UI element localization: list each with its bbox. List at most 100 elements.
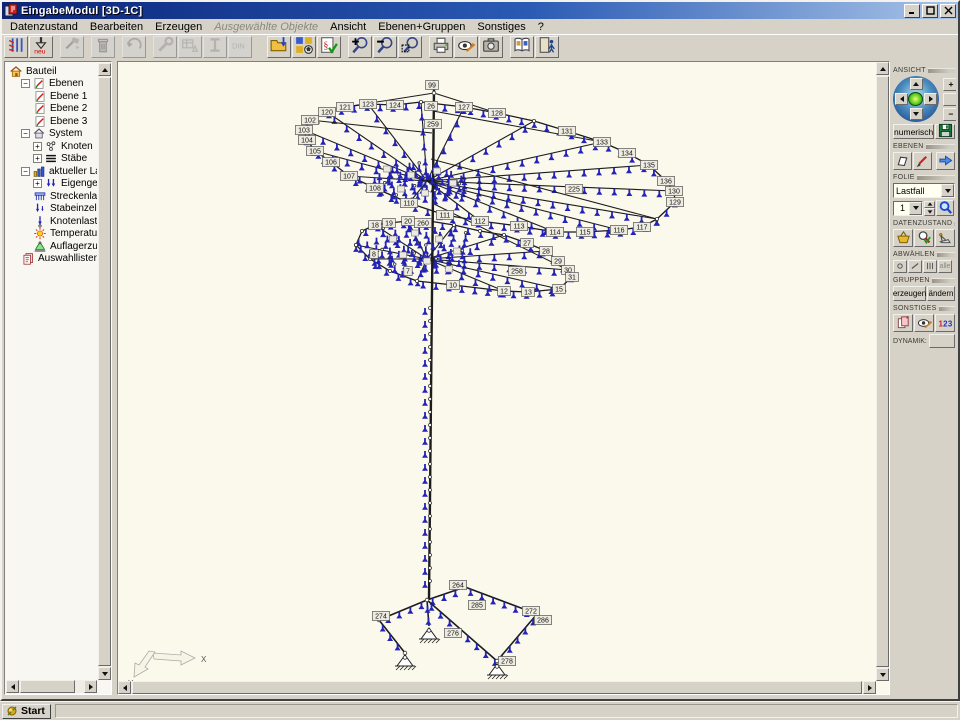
folie-search-button[interactable]	[936, 200, 954, 216]
toolbar-levels-groups-button[interactable]	[292, 36, 316, 58]
close-button[interactable]	[940, 4, 956, 18]
toolbar-print-button[interactable]	[429, 36, 453, 58]
canvas-vertical-scrollbar[interactable]	[876, 62, 889, 681]
toolbar-zoom-window-button[interactable]	[398, 36, 422, 58]
datenzustand-check-button[interactable]	[914, 229, 934, 247]
abwaehlen-lasten-button[interactable]	[923, 260, 937, 273]
titlebar[interactable]: EingabeModul [3D-1C]	[2, 2, 958, 19]
tree-item-auswahllisten[interactable]: Auswahllisten	[6, 253, 97, 266]
tree-item-bauteil[interactable]: Bauteil	[6, 65, 97, 78]
toolbar-handbook-button[interactable]	[510, 36, 534, 58]
spin-down-button[interactable]	[924, 208, 935, 216]
taskbar-band[interactable]	[55, 704, 958, 718]
view-rotate-control[interactable]	[893, 76, 939, 122]
toolbar-redraw-button[interactable]	[454, 36, 478, 58]
save-view-button[interactable]	[935, 124, 955, 139]
tree-item-eigengewicht[interactable]: +Eigengewicht	[6, 178, 97, 191]
svg-text:15: 15	[555, 287, 563, 294]
svg-text:3: 3	[947, 319, 952, 328]
expand-icon[interactable]: +	[33, 142, 42, 151]
menu-item-bearbeiten[interactable]: Bearbeiten	[84, 20, 149, 34]
tree-item-auflagerzustand[interactable]: Auflagerzustand	[6, 240, 97, 253]
model-canvas[interactable]: 9926259120121123124127128102103104105106…	[117, 61, 890, 695]
app-icon	[4, 4, 18, 17]
menu-item-sonstiges[interactable]: Sonstiges	[471, 20, 531, 34]
profile-icon	[206, 36, 224, 57]
gruppen-erzeugen-button[interactable]: erzeugen	[893, 286, 926, 301]
toolbar-folder-levels-button[interactable]	[267, 36, 291, 58]
svg-text:29: 29	[554, 259, 562, 266]
collapse-icon[interactable]: −	[21, 129, 30, 138]
toolbar-zoom-out-button[interactable]	[373, 36, 397, 58]
tree-item-temperatur[interactable]: Temperatur	[6, 228, 97, 241]
view-center-button[interactable]	[908, 92, 923, 106]
sonstiges-redraw-button[interactable]	[914, 314, 934, 332]
tree-horizontal-scrollbar[interactable]	[6, 680, 97, 693]
rotate-up-button[interactable]	[910, 78, 923, 90]
folie-number-drop-button[interactable]	[909, 202, 922, 215]
tree-item-ebene-2[interactable]: Ebene 2	[6, 103, 97, 116]
toolbar-exit-button[interactable]	[535, 36, 559, 58]
tree-item-aktueller-lastfall[interactable]: −aktueller Lastfall	[6, 165, 97, 178]
tree-item-ebenen[interactable]: −Ebenen	[6, 78, 97, 91]
lastfall-icon	[32, 165, 47, 178]
rotate-right-button[interactable]	[924, 93, 937, 105]
minimize-button[interactable]	[904, 4, 920, 18]
maximize-button[interactable]	[922, 4, 938, 18]
ebene-edit-button[interactable]	[913, 152, 932, 170]
node-icon	[895, 261, 905, 273]
tree-item-knotenlast[interactable]: Knotenlast	[6, 215, 97, 228]
expand-icon[interactable]: +	[33, 154, 42, 163]
menu-item-ebenen-gruppen[interactable]: Ebenen+Gruppen	[372, 20, 471, 34]
tree-item-streckenlast[interactable]: Streckenlast	[6, 190, 97, 203]
collapse-icon[interactable]: −	[21, 79, 30, 88]
toolbar-zoom-in-button[interactable]	[348, 36, 372, 58]
sonstiges-numbers-button[interactable]: 123	[935, 314, 955, 332]
tree-item-ebene-1[interactable]: Ebene 1	[6, 90, 97, 103]
abwaehlen-alle-button[interactable]: alle	[938, 260, 952, 273]
datenzustand-cart-button[interactable]	[935, 229, 955, 247]
datenzustand-basket-button[interactable]	[893, 229, 913, 247]
zoom-plus-button[interactable]: +	[943, 78, 956, 91]
folie-spinner[interactable]	[924, 201, 935, 216]
tree-item-system[interactable]: −System	[6, 128, 97, 141]
start-button[interactable]: Start	[2, 704, 51, 719]
menu-item-datenzustand[interactable]: Datenzustand	[4, 20, 84, 34]
expand-icon[interactable]: +	[33, 179, 42, 188]
lastfall-drop-button[interactable]	[941, 184, 954, 197]
ebene-box-button[interactable]	[893, 152, 912, 170]
dynamik-button[interactable]	[929, 334, 955, 348]
zoom-in-icon	[351, 36, 369, 57]
toolbar-neu-button[interactable]: neu	[29, 36, 53, 58]
svg-text:§: §	[323, 40, 328, 51]
tree-vertical-scrollbar[interactable]	[98, 63, 111, 680]
menu-item-?[interactable]: ?	[532, 20, 550, 34]
sonstiges-cards-button[interactable]: *	[893, 314, 913, 332]
tree-item-stäbe[interactable]: +Stäbe	[6, 153, 97, 166]
abwaehlen-knoten-button[interactable]	[893, 260, 907, 273]
tree-item-stabeinzellast[interactable]: Stabeinzellast	[6, 203, 97, 216]
lastfall-dropdown[interactable]: Lastfall	[893, 183, 955, 198]
toolbar-norm-check-button[interactable]: §	[317, 36, 341, 58]
folie-number-dropdown[interactable]: 1	[893, 201, 923, 216]
numerisch-button[interactable]: numerisch	[893, 124, 934, 139]
canvas-horizontal-scrollbar[interactable]	[118, 681, 876, 694]
spin-up-button[interactable]	[924, 201, 935, 209]
gruppen-aendern-button[interactable]: ändern	[927, 286, 955, 301]
abwaehlen-staebe-button[interactable]	[908, 260, 922, 273]
ebene-next-button[interactable]	[936, 152, 955, 170]
toolbar-model-list-button[interactable]	[4, 36, 28, 58]
menu-item-ausgew-hlte-objekte: Ausgewählte Objekte	[208, 20, 324, 34]
svg-text:111: 111	[440, 213, 451, 220]
menu-item-erzeugen[interactable]: Erzeugen	[149, 20, 208, 34]
rotate-left-button[interactable]	[895, 93, 908, 105]
zoom-minus-button[interactable]: −	[943, 108, 956, 121]
rotate-down-button[interactable]	[910, 108, 923, 120]
perspective-button[interactable]	[943, 93, 956, 106]
tree-item-knoten[interactable]: +Knoten	[6, 140, 97, 153]
menu-item-ansicht[interactable]: Ansicht	[324, 20, 372, 34]
toolbar-snapshot-button[interactable]	[479, 36, 503, 58]
tree-item-ebene-3[interactable]: Ebene 3	[6, 115, 97, 128]
collapse-icon[interactable]: −	[21, 167, 30, 176]
toolbar-din-button: DIN	[228, 36, 252, 58]
